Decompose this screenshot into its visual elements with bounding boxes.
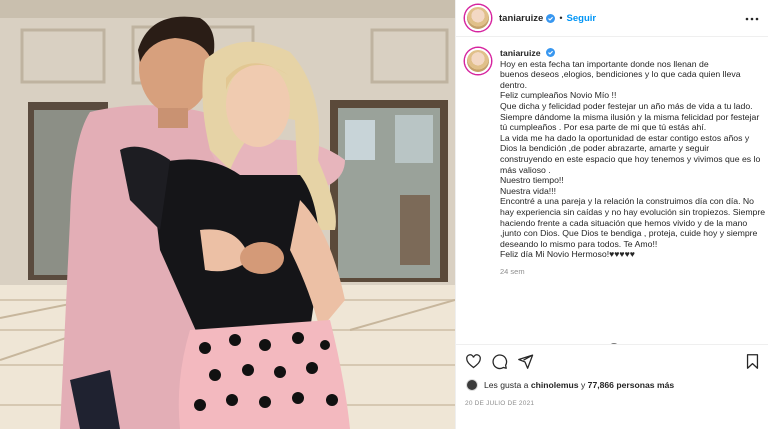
likes-prefix: Les gusta a (484, 380, 529, 390)
post-photo[interactable] (0, 0, 455, 429)
follow-button[interactable]: Seguir (567, 13, 597, 24)
comment-icon[interactable] (491, 353, 508, 370)
likes-summary: Les gusta a chinolemus y 77,866 personas… (466, 379, 674, 391)
caption-line: Encontré a una pareja y la relación la c… (500, 196, 755, 207)
author-username[interactable]: taniaruize (499, 13, 543, 24)
post-header: taniaruize • Seguir (456, 0, 768, 37)
author-avatar[interactable] (465, 5, 491, 31)
caption-line: Hoy en esta fecha tan importante donde n… (500, 58, 709, 69)
caption-line: construyendo en este espacio que hoy ten… (500, 153, 761, 164)
caption: taniaruize Hoy en esta fecha tan importa… (456, 38, 768, 277)
post-date[interactable]: 20 DE JULIO DE 2021 (465, 400, 534, 407)
likes-count[interactable]: 77,866 personas más (588, 380, 674, 390)
likes-user[interactable]: chinolemus (531, 380, 579, 390)
caption-line: más valioso . (500, 164, 551, 175)
caption-line: Nuestro tiempo!! (500, 175, 564, 186)
caption-line: ,junto con Dios. Que Dios te bendiga , p… (500, 228, 758, 239)
header-separator: • (559, 13, 563, 23)
caption-line: hay experiencia sin caídas y no hay evol… (500, 206, 766, 217)
caption-line: La vida me ha dado la oportunidad de est… (500, 132, 750, 143)
caption-line: Feliz día Mi Novio Hermoso!♥♥♥♥♥ (500, 249, 635, 260)
caption-line: Dios la bendición ,de poder abrazarte, a… (500, 143, 710, 154)
verified-badge-icon (545, 48, 555, 57)
more-options-icon[interactable] (745, 12, 759, 24)
caption-time-ago[interactable]: 24 sem (500, 267, 765, 278)
caption-line: Que dicha y felicidad poder festejar un … (500, 100, 753, 111)
action-bar (456, 344, 768, 374)
likes-joiner: y (580, 380, 586, 390)
caption-line: haciendo frente a cada situación que hem… (500, 217, 748, 228)
caption-author-avatar[interactable] (465, 48, 491, 74)
paper-plane-icon[interactable] (517, 353, 534, 370)
caption-line: buenos deseos ,elogios, bendiciones y lo… (500, 69, 741, 80)
heart-icon[interactable] (465, 353, 482, 370)
caption-line: Siempre dándome la misma ilusión y la mi… (500, 111, 760, 122)
bookmark-icon[interactable] (744, 353, 761, 370)
caption-username[interactable]: taniaruize (500, 48, 541, 58)
liker-avatar[interactable] (466, 379, 478, 391)
comments-area: taniaruize Hoy en esta fecha tan importa… (456, 38, 768, 344)
post-side-panel: taniaruize • Seguir taniaruize Hoy en es… (455, 0, 768, 429)
caption-line: Nuestra vida!!! (500, 185, 557, 196)
caption-line: tú cumpleaños . Por esa parte de mi que … (500, 122, 707, 133)
caption-body: taniaruize Hoy en esta fecha tan importa… (500, 48, 765, 277)
verified-badge-icon (546, 13, 556, 23)
caption-line: dentro. (500, 79, 528, 90)
couple-photo-illustration (0, 0, 455, 429)
caption-line: Feliz cumpleaños Novio Mío !! (500, 90, 617, 101)
caption-line: deseando lo mismo para todos. Te Amo!! (500, 238, 658, 249)
